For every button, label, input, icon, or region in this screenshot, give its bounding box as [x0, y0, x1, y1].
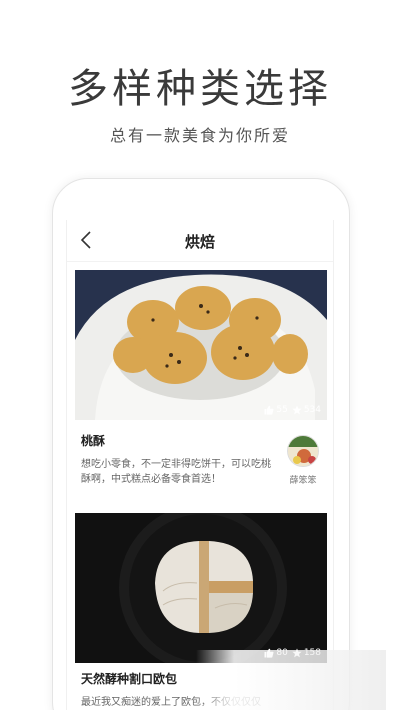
recipe-card[interactable]: 55 534 桃酥 想吃小零食，不一定非得吃饼干，可以吃桃酥啊，中式糕点必备零食…: [75, 270, 327, 487]
promo-headline: 多样种类选择: [68, 66, 332, 112]
recipe-stats: 55 534: [264, 405, 321, 415]
author[interactable]: 薛笨笨: [281, 435, 325, 486]
star-icon: [292, 405, 302, 415]
likes-count: 55: [276, 405, 288, 415]
cookie-basket-illustration: [75, 270, 327, 420]
recipe-photo[interactable]: 80 158: [75, 513, 327, 663]
app-screen: 烘焙 55 534 桃酥 想吃小零食，不一定非得吃饼干，可以吃桃酥啊，中式糕点必…: [66, 220, 334, 710]
favorites-count: 534: [303, 405, 321, 415]
avatar-image: [288, 436, 318, 466]
bread-illustration: [75, 513, 327, 663]
recipe-photo[interactable]: 55 534: [75, 270, 327, 420]
promo-subline: 总有一款美食为你所爱: [109, 126, 290, 145]
recipe-description: 想吃小零食，不一定非得吃饼干，可以吃桃酥啊，中式糕点必备零食首选！: [81, 459, 271, 485]
watermark: [196, 650, 386, 710]
page-title: 烘焙: [184, 233, 215, 251]
likes-stat[interactable]: 55: [264, 405, 288, 415]
favorites-stat[interactable]: 534: [292, 405, 321, 415]
recipe-card[interactable]: 80 158 天然酵种割口欧包 最近我又痴迷的爱上了欧包，不仅仅仅仅: [75, 513, 327, 708]
recipe-title: 天然酵种割口欧包: [81, 672, 178, 686]
author-name: 薛笨笨: [289, 476, 317, 486]
thumbs-up-icon: [264, 405, 274, 415]
avatar[interactable]: [287, 435, 319, 467]
navbar: 烘焙: [67, 220, 333, 262]
